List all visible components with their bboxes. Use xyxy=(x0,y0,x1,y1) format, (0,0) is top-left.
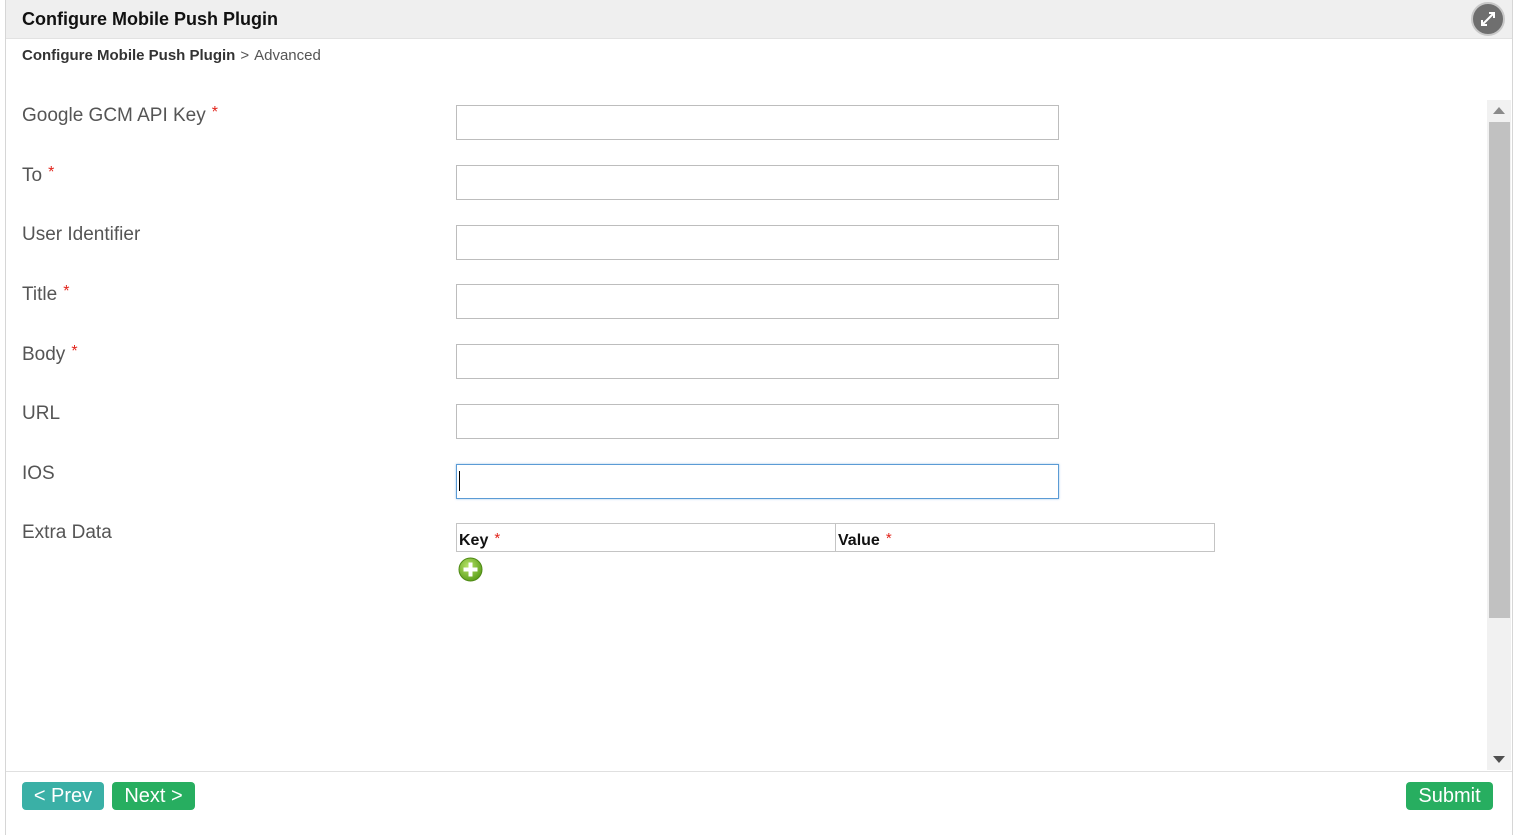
breadcrumb-current: Configure Mobile Push Plugin xyxy=(22,47,236,64)
key-column-header: Key * xyxy=(457,524,835,551)
extra-data-table: Key * Value * xyxy=(456,523,1215,552)
next-button[interactable]: Next > xyxy=(112,782,195,810)
ios-input[interactable] xyxy=(456,464,1059,499)
breadcrumb-separator: > xyxy=(240,47,250,64)
form-area: Google GCM API Key * To * User Identifier … xyxy=(6,72,1486,770)
scroll-thumb[interactable] xyxy=(1489,122,1510,618)
key-column-label: Key xyxy=(459,532,489,549)
breadcrumb: Configure Mobile Push Plugin > Advanced xyxy=(22,47,321,64)
required-marker: * xyxy=(211,104,218,121)
scroll-down-icon[interactable] xyxy=(1493,756,1505,763)
gcm-api-key-label: Google GCM API Key * xyxy=(22,104,218,127)
required-marker: * xyxy=(494,530,501,547)
value-column-header: Value * xyxy=(835,524,1214,551)
title-input[interactable] xyxy=(456,284,1059,319)
url-input[interactable] xyxy=(456,404,1059,439)
submit-button[interactable]: Submit xyxy=(1406,782,1493,810)
body-input[interactable] xyxy=(456,344,1059,379)
gcm-api-key-input[interactable] xyxy=(456,105,1059,140)
gcm-api-key-label-text: Google GCM API Key xyxy=(22,105,206,126)
required-marker: * xyxy=(71,343,78,360)
user-identifier-input[interactable] xyxy=(456,225,1059,260)
required-marker: * xyxy=(48,164,55,181)
title-label: Title * xyxy=(22,283,69,306)
ios-label: IOS xyxy=(22,463,55,484)
expand-icon xyxy=(1481,12,1495,26)
extra-data-label: Extra Data xyxy=(22,522,112,543)
dialog-title: Configure Mobile Push Plugin xyxy=(22,9,278,29)
add-circle-icon[interactable] xyxy=(458,557,483,582)
user-identifier-label: User Identifier xyxy=(22,224,141,245)
prev-button[interactable]: < Prev xyxy=(22,782,104,810)
url-label: URL xyxy=(22,403,61,424)
body-label: Body * xyxy=(22,343,78,366)
required-marker: * xyxy=(885,530,892,547)
to-input[interactable] xyxy=(456,165,1059,200)
form-scrollbar[interactable] xyxy=(1487,100,1511,770)
required-marker: * xyxy=(63,283,70,300)
dialog-title-bar: Configure Mobile Push Plugin xyxy=(6,0,1512,39)
to-label-text: To xyxy=(22,165,43,186)
title-label-text: Title xyxy=(22,284,58,305)
scroll-up-icon[interactable] xyxy=(1493,107,1505,114)
expand-button[interactable] xyxy=(1471,2,1505,36)
to-label: To * xyxy=(22,164,54,187)
value-column-label: Value xyxy=(838,532,880,549)
body-label-text: Body xyxy=(22,344,66,365)
text-caret xyxy=(459,471,460,491)
configure-plugin-dialog: Configure Mobile Push Plugin Configure M… xyxy=(5,0,1513,835)
dialog-footer: < Prev Next > Submit xyxy=(6,771,1512,836)
breadcrumb-next: Advanced xyxy=(254,47,321,64)
